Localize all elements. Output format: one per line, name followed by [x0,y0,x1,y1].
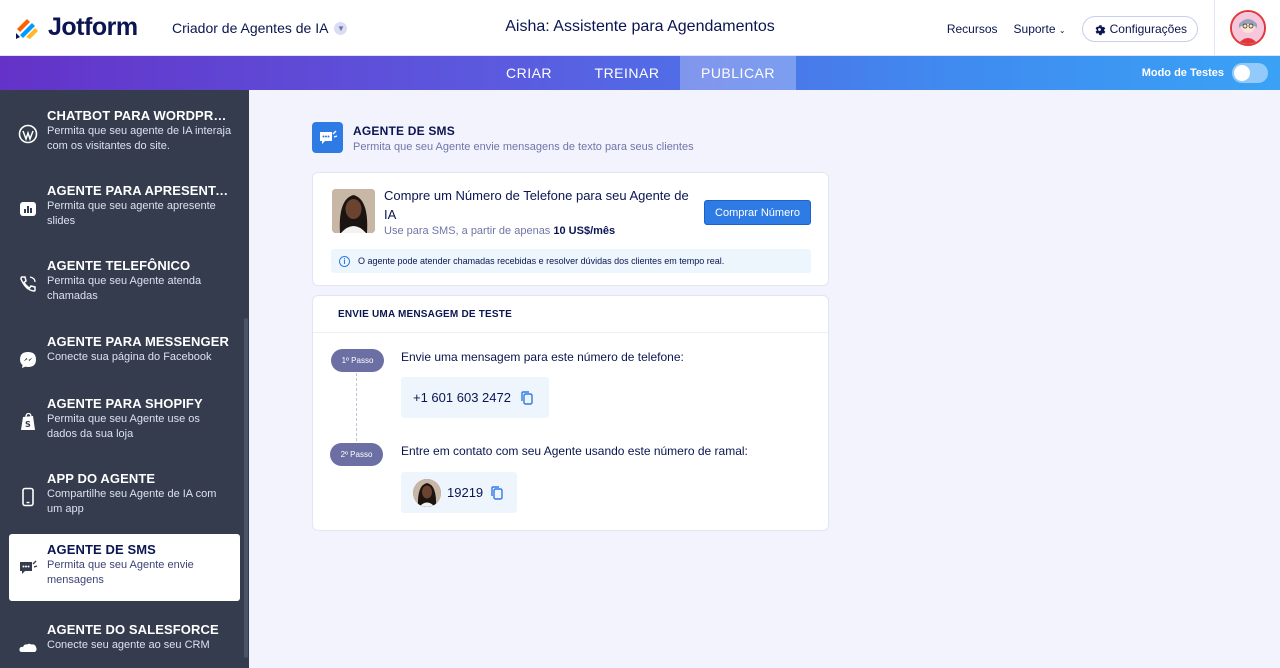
test-message-card: ENVIE UMA MENSAGEM DE TESTE 1º Passo Env… [312,295,829,531]
sidebar-item-desc: Permita que seu agente de IA interaja co… [47,125,232,152]
channels-sidebar: CHATBOT PARA WORDPRESS Permita que seu a… [0,90,249,668]
shopify-icon: S [21,412,35,430]
jotform-logo[interactable]: Jotform [14,13,138,42]
agent-portrait [332,189,375,233]
phone-number-box: +1 601 603 2472 [401,377,549,418]
avatar-illustration-icon [1231,12,1264,44]
step-1-text: Envie uma mensagem para este número de t… [401,350,684,364]
step-2-text: Entre em contato com seu Agente usando e… [401,444,748,458]
sidebar-item-agent-app[interactable]: APP DO AGENTE Compartilhe seu Agente de … [9,463,240,530]
sidebar-item-title: AGENTE PARA SHOPIFY [47,396,203,411]
buy-number-button[interactable]: Comprar Número [704,200,811,225]
buy-number-card: Compre um Número de Telefone para seu Ag… [312,172,829,286]
buy-number-sub-prefix: Use para SMS, a partir de apenas [384,225,551,237]
step-connector [356,373,357,441]
test-card-heading: ENVIE UMA MENSAGEM DE TESTE [313,296,828,333]
sidebar-item-desc: Permita que seu Agente envie mensagens [47,559,194,586]
info-banner: i O agente pode atender chamadas recebid… [331,249,811,273]
page-title: Aisha: Assistente para Agendamentos [505,18,775,35]
resources-link[interactable]: Recursos [947,22,998,36]
svg-text:S: S [25,420,31,429]
sidebar-item-sms[interactable]: AGENTE DE SMS Permita que seu Agente env… [9,534,240,601]
builder-tab-bar: CRIAR TREINAR PUBLICAR Modo de Testes [0,56,1280,90]
sidebar-item-title: AGENTE PARA MESSENGER [47,334,229,349]
header-nav: Recursos Suporte ⌄ Configurações [947,16,1198,42]
tab-create[interactable]: CRIAR [484,56,574,90]
sms-icon [312,122,343,153]
sidebar-item-salesforce[interactable]: AGENTE DO SALESFORCE Conecte seu agente … [9,614,240,668]
account-area [1214,0,1280,56]
buy-number-subtitle: Use para SMS, a partir de apenas 10 US$/… [384,225,615,237]
section-subtitle: Permita que seu Agente envie mensagens d… [353,141,694,153]
phone-number: +1 601 603 2472 [413,390,511,405]
sidebar-item-desc: Compartilhe seu Agente de IA com um app [47,488,217,515]
test-mode-toggle[interactable] [1232,63,1268,83]
section-header: AGENTE DE SMS Permita que seu Agente env… [312,122,694,153]
agent-avatar-icon [332,189,375,233]
wordpress-icon [18,124,38,144]
support-label: Suporte [1013,22,1056,36]
copy-extension-icon[interactable] [489,485,505,501]
sidebar-item-desc: Permita que seu Agente use os dados da s… [47,413,200,440]
mobile-app-icon [22,487,34,507]
sidebar-item-title: AGENTE DE SMS [47,542,156,557]
sidebar-item-wordpress[interactable]: CHATBOT PARA WORDPRESS Permita que seu a… [9,100,240,167]
breadcrumb-label: Criador de Agentes de IA [172,20,329,36]
extension-box: 19219 [401,472,517,513]
top-header: Jotform Criador de Agentes de IA ▼ Aisha… [0,0,1280,56]
sidebar-item-presentations[interactable]: AGENTE PARA APRESENTAÇÕES Permita que se… [9,175,240,242]
agent-mini-avatar [413,478,441,507]
section-title: AGENTE DE SMS [353,124,455,138]
info-icon: i [339,255,350,267]
info-text: O agente pode atender chamadas recebidas… [358,256,725,266]
sidebar-scrollbar[interactable] [244,318,248,658]
sidebar-item-desc: Conecte sua página do Facebook [47,351,212,363]
brand-name: Jotform [48,13,138,41]
test-mode-control: Modo de Testes [1142,63,1268,83]
sidebar-item-title: AGENTE DO SALESFORCE [47,622,219,637]
step-1-badge: 1º Passo [331,349,384,372]
copy-phone-icon[interactable] [519,390,535,406]
agent-avatar-icon [413,478,441,507]
sidebar-item-title: AGENTE PARA APRESENTAÇÕES [47,183,232,198]
phone-icon [20,276,36,292]
messenger-icon [20,352,36,368]
tab-train[interactable]: TREINAR [574,56,680,90]
breadcrumb-dropdown[interactable]: Criador de Agentes de IA ▼ [172,20,348,36]
presentation-icon [20,202,36,216]
chevron-down-icon: ▼ [334,21,348,35]
section-text: AGENTE DE SMS Permita que seu Agente env… [353,122,694,153]
jotform-logo-icon [16,18,38,39]
gear-icon [1095,24,1105,35]
support-menu[interactable]: Suporte ⌄ [1014,22,1066,36]
salesforce-icon [19,643,37,652]
tabs: CRIAR TREINAR PUBLICAR [484,56,796,90]
sidebar-item-desc: Permita que seu agente apresente slides [47,200,216,227]
extension-number: 19219 [447,485,484,500]
sms-chat-icon [319,130,337,144]
settings-label: Configurações [1109,22,1187,36]
chevron-down-icon: ⌄ [1058,26,1066,35]
settings-button[interactable]: Configurações [1081,16,1198,42]
user-avatar[interactable] [1229,10,1266,46]
sidebar-item-desc: Conecte seu agente ao seu CRM [47,639,210,651]
toggle-knob [1234,65,1250,81]
test-mode-label: Modo de Testes [1141,67,1224,79]
sidebar-item-title: CHATBOT PARA WORDPRESS [47,108,232,123]
sidebar-item-title: AGENTE TELEFÔNICO [47,258,191,273]
sidebar-item-title: APP DO AGENTE [47,471,156,486]
sidebar-item-phone[interactable]: AGENTE TELEFÔNICO Permita que seu Agente… [9,250,240,317]
sms-icon [20,560,38,574]
sidebar-item-desc: Permita que seu Agente atenda chamadas [47,275,202,302]
price-label: 10 US$/mês [553,225,616,237]
step-2-badge: 2º Passo [330,443,383,466]
tab-publish[interactable]: PUBLICAR [680,56,796,90]
sidebar-item-shopify[interactable]: S AGENTE PARA SHOPIFY Permita que seu Ag… [9,388,240,455]
sidebar-item-messenger[interactable]: AGENTE PARA MESSENGER Conecte sua página… [9,326,240,393]
buy-number-title: Compre um Número de Telefone para seu Ag… [384,188,689,222]
